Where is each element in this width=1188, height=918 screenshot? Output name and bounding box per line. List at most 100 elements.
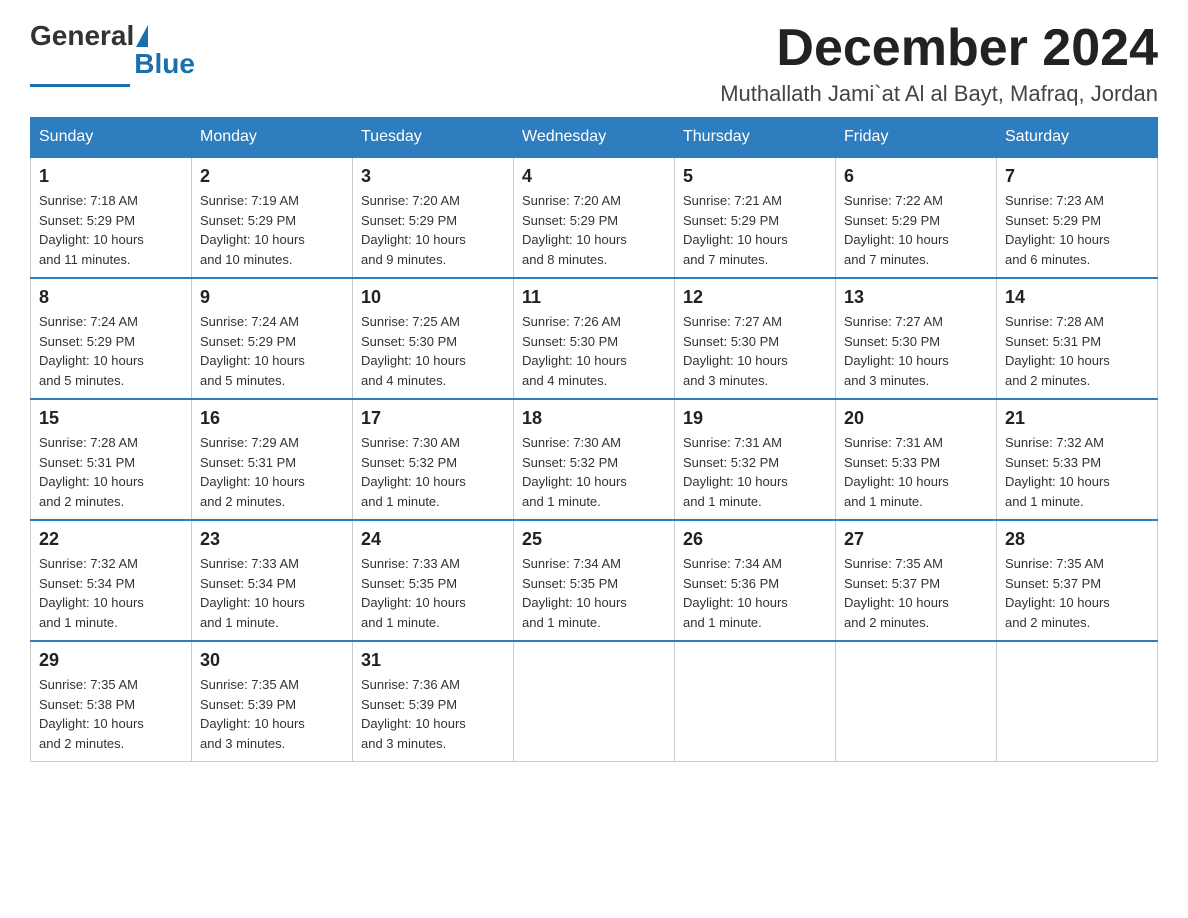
day-number: 26 xyxy=(683,529,827,550)
day-cell-3: 3Sunrise: 7:20 AMSunset: 5:29 PMDaylight… xyxy=(353,157,514,278)
day-cell-6: 6Sunrise: 7:22 AMSunset: 5:29 PMDaylight… xyxy=(836,157,997,278)
day-cell-30: 30 Sunrise: 7:35 AMSunset: 5:39 PMDayligh… xyxy=(192,641,353,762)
day-info: Sunrise: 7:22 AMSunset: 5:29 PMDaylight:… xyxy=(844,191,988,269)
day-number: 4 xyxy=(522,166,666,187)
day-number: 16 xyxy=(200,408,344,429)
day-cell-27: 27Sunrise: 7:35 AMSunset: 5:37 PMDayligh… xyxy=(836,520,997,641)
day-cell-1: 1Sunrise: 7:18 AMSunset: 5:29 PMDaylight… xyxy=(31,157,192,278)
day-number: 20 xyxy=(844,408,988,429)
day-info: Sunrise: 7:21 AMSunset: 5:29 PMDaylight:… xyxy=(683,191,827,269)
day-info: Sunrise: 7:20 AMSunset: 5:29 PMDaylight:… xyxy=(361,191,505,269)
day-number: 21 xyxy=(1005,408,1149,429)
day-number: 7 xyxy=(1005,166,1149,187)
day-info: Sunrise: 7:31 AMSunset: 5:33 PMDaylight:… xyxy=(844,433,988,511)
day-info: Sunrise: 7:30 AMSunset: 5:32 PMDaylight:… xyxy=(522,433,666,511)
day-number: 23 xyxy=(200,529,344,550)
logo: General General Blue xyxy=(30,20,195,87)
day-info: Sunrise: 7:26 AMSunset: 5:30 PMDaylight:… xyxy=(522,312,666,390)
day-number: 15 xyxy=(39,408,183,429)
day-info: Sunrise: 7:35 AMSunset: 5:37 PMDaylight:… xyxy=(1005,554,1149,632)
day-number: 9 xyxy=(200,287,344,308)
day-cell-31: 31Sunrise: 7:36 AMSunset: 5:39 PMDayligh… xyxy=(353,641,514,762)
day-info: Sunrise: 7:18 AMSunset: 5:29 PMDaylight:… xyxy=(39,191,183,269)
day-info: Sunrise: 7:25 AMSunset: 5:30 PMDaylight:… xyxy=(361,312,505,390)
day-cell-16: 16 Sunrise: 7:29 AMSunset: 5:31 PMDayligh… xyxy=(192,399,353,520)
day-info: Sunrise: 7:33 AMSunset: 5:34 PMDaylight:… xyxy=(200,554,344,632)
day-info: Sunrise: 7:30 AMSunset: 5:32 PMDaylight:… xyxy=(361,433,505,511)
day-cell-25: 25 Sunrise: 7:34 AMSunset: 5:35 PMDayligh… xyxy=(514,520,675,641)
day-number: 18 xyxy=(522,408,666,429)
location-title: Muthallath Jami`at Al al Bayt, Mafraq, J… xyxy=(720,81,1158,107)
day-number: 14 xyxy=(1005,287,1149,308)
title-area: December 2024 Muthallath Jami`at Al al B… xyxy=(720,20,1158,107)
empty-cell xyxy=(997,641,1158,762)
weekday-header-monday: Monday xyxy=(192,118,353,158)
logo-triangle-icon xyxy=(136,25,148,47)
day-number: 31 xyxy=(361,650,505,671)
day-info: Sunrise: 7:31 AMSunset: 5:32 PMDaylight:… xyxy=(683,433,827,511)
day-info: Sunrise: 7:32 AMSunset: 5:33 PMDaylight:… xyxy=(1005,433,1149,511)
day-info: Sunrise: 7:33 AMSunset: 5:35 PMDaylight:… xyxy=(361,554,505,632)
day-cell-7: 7Sunrise: 7:23 AMSunset: 5:29 PMDaylight… xyxy=(997,157,1158,278)
day-cell-19: 19 Sunrise: 7:31 AMSunset: 5:32 PMDayligh… xyxy=(675,399,836,520)
day-cell-20: 20 Sunrise: 7:31 AMSunset: 5:33 PMDayligh… xyxy=(836,399,997,520)
day-info: Sunrise: 7:20 AMSunset: 5:29 PMDaylight:… xyxy=(522,191,666,269)
day-cell-10: 10Sunrise: 7:25 AMSunset: 5:30 PMDayligh… xyxy=(353,278,514,399)
day-number: 28 xyxy=(1005,529,1149,550)
month-title: December 2024 xyxy=(720,20,1158,77)
day-info: Sunrise: 7:28 AMSunset: 5:31 PMDaylight:… xyxy=(39,433,183,511)
day-info: Sunrise: 7:27 AMSunset: 5:30 PMDaylight:… xyxy=(844,312,988,390)
weekday-header-saturday: Saturday xyxy=(997,118,1158,158)
day-cell-26: 26 Sunrise: 7:34 AMSunset: 5:36 PMDayligh… xyxy=(675,520,836,641)
day-info: Sunrise: 7:34 AMSunset: 5:36 PMDaylight:… xyxy=(683,554,827,632)
day-number: 13 xyxy=(844,287,988,308)
day-cell-21: 21 Sunrise: 7:32 AMSunset: 5:33 PMDayligh… xyxy=(997,399,1158,520)
day-cell-28: 28 Sunrise: 7:35 AMSunset: 5:37 PMDayligh… xyxy=(997,520,1158,641)
day-cell-4: 4 Sunrise: 7:20 AMSunset: 5:29 PMDaylight… xyxy=(514,157,675,278)
weekday-header-friday: Friday xyxy=(836,118,997,158)
day-cell-18: 18 Sunrise: 7:30 AMSunset: 5:32 PMDayligh… xyxy=(514,399,675,520)
day-number: 22 xyxy=(39,529,183,550)
day-cell-13: 13 Sunrise: 7:27 AMSunset: 5:30 PMDayligh… xyxy=(836,278,997,399)
day-cell-2: 2 Sunrise: 7:19 AMSunset: 5:29 PMDaylight… xyxy=(192,157,353,278)
day-number: 17 xyxy=(361,408,505,429)
day-info: Sunrise: 7:35 AMSunset: 5:38 PMDaylight:… xyxy=(39,675,183,753)
weekday-header-tuesday: Tuesday xyxy=(353,118,514,158)
day-info: Sunrise: 7:35 AMSunset: 5:39 PMDaylight:… xyxy=(200,675,344,753)
empty-cell xyxy=(675,641,836,762)
calendar-table: SundayMondayTuesdayWednesdayThursdayFrid… xyxy=(30,117,1158,762)
day-info: Sunrise: 7:29 AMSunset: 5:31 PMDaylight:… xyxy=(200,433,344,511)
day-number: 25 xyxy=(522,529,666,550)
day-info: Sunrise: 7:27 AMSunset: 5:30 PMDaylight:… xyxy=(683,312,827,390)
day-cell-11: 11Sunrise: 7:26 AMSunset: 5:30 PMDayligh… xyxy=(514,278,675,399)
day-number: 2 xyxy=(200,166,344,187)
day-number: 19 xyxy=(683,408,827,429)
day-cell-9: 9 Sunrise: 7:24 AMSunset: 5:29 PMDaylight… xyxy=(192,278,353,399)
day-info: Sunrise: 7:24 AMSunset: 5:29 PMDaylight:… xyxy=(200,312,344,390)
logo-blue-text: Blue xyxy=(134,48,195,80)
day-number: 29 xyxy=(39,650,183,671)
week-row-1: 1Sunrise: 7:18 AMSunset: 5:29 PMDaylight… xyxy=(31,157,1158,278)
day-cell-8: 8Sunrise: 7:24 AMSunset: 5:29 PMDaylight… xyxy=(31,278,192,399)
empty-cell xyxy=(836,641,997,762)
day-cell-15: 15 Sunrise: 7:28 AMSunset: 5:31 PMDayligh… xyxy=(31,399,192,520)
day-cell-5: 5Sunrise: 7:21 AMSunset: 5:29 PMDaylight… xyxy=(675,157,836,278)
weekday-header-thursday: Thursday xyxy=(675,118,836,158)
day-info: Sunrise: 7:35 AMSunset: 5:37 PMDaylight:… xyxy=(844,554,988,632)
day-number: 12 xyxy=(683,287,827,308)
weekday-header-row: SundayMondayTuesdayWednesdayThursdayFrid… xyxy=(31,118,1158,158)
weekday-header-sunday: Sunday xyxy=(31,118,192,158)
week-row-2: 8Sunrise: 7:24 AMSunset: 5:29 PMDaylight… xyxy=(31,278,1158,399)
day-info: Sunrise: 7:19 AMSunset: 5:29 PMDaylight:… xyxy=(200,191,344,269)
day-number: 30 xyxy=(200,650,344,671)
week-row-4: 22Sunrise: 7:32 AMSunset: 5:34 PMDayligh… xyxy=(31,520,1158,641)
day-cell-22: 22Sunrise: 7:32 AMSunset: 5:34 PMDayligh… xyxy=(31,520,192,641)
day-cell-23: 23 Sunrise: 7:33 AMSunset: 5:34 PMDayligh… xyxy=(192,520,353,641)
week-row-5: 29 Sunrise: 7:35 AMSunset: 5:38 PMDayligh… xyxy=(31,641,1158,762)
day-info: Sunrise: 7:28 AMSunset: 5:31 PMDaylight:… xyxy=(1005,312,1149,390)
day-cell-17: 17 Sunrise: 7:30 AMSunset: 5:32 PMDayligh… xyxy=(353,399,514,520)
day-info: Sunrise: 7:24 AMSunset: 5:29 PMDaylight:… xyxy=(39,312,183,390)
day-info: Sunrise: 7:34 AMSunset: 5:35 PMDaylight:… xyxy=(522,554,666,632)
empty-cell xyxy=(514,641,675,762)
weekday-header-wednesday: Wednesday xyxy=(514,118,675,158)
